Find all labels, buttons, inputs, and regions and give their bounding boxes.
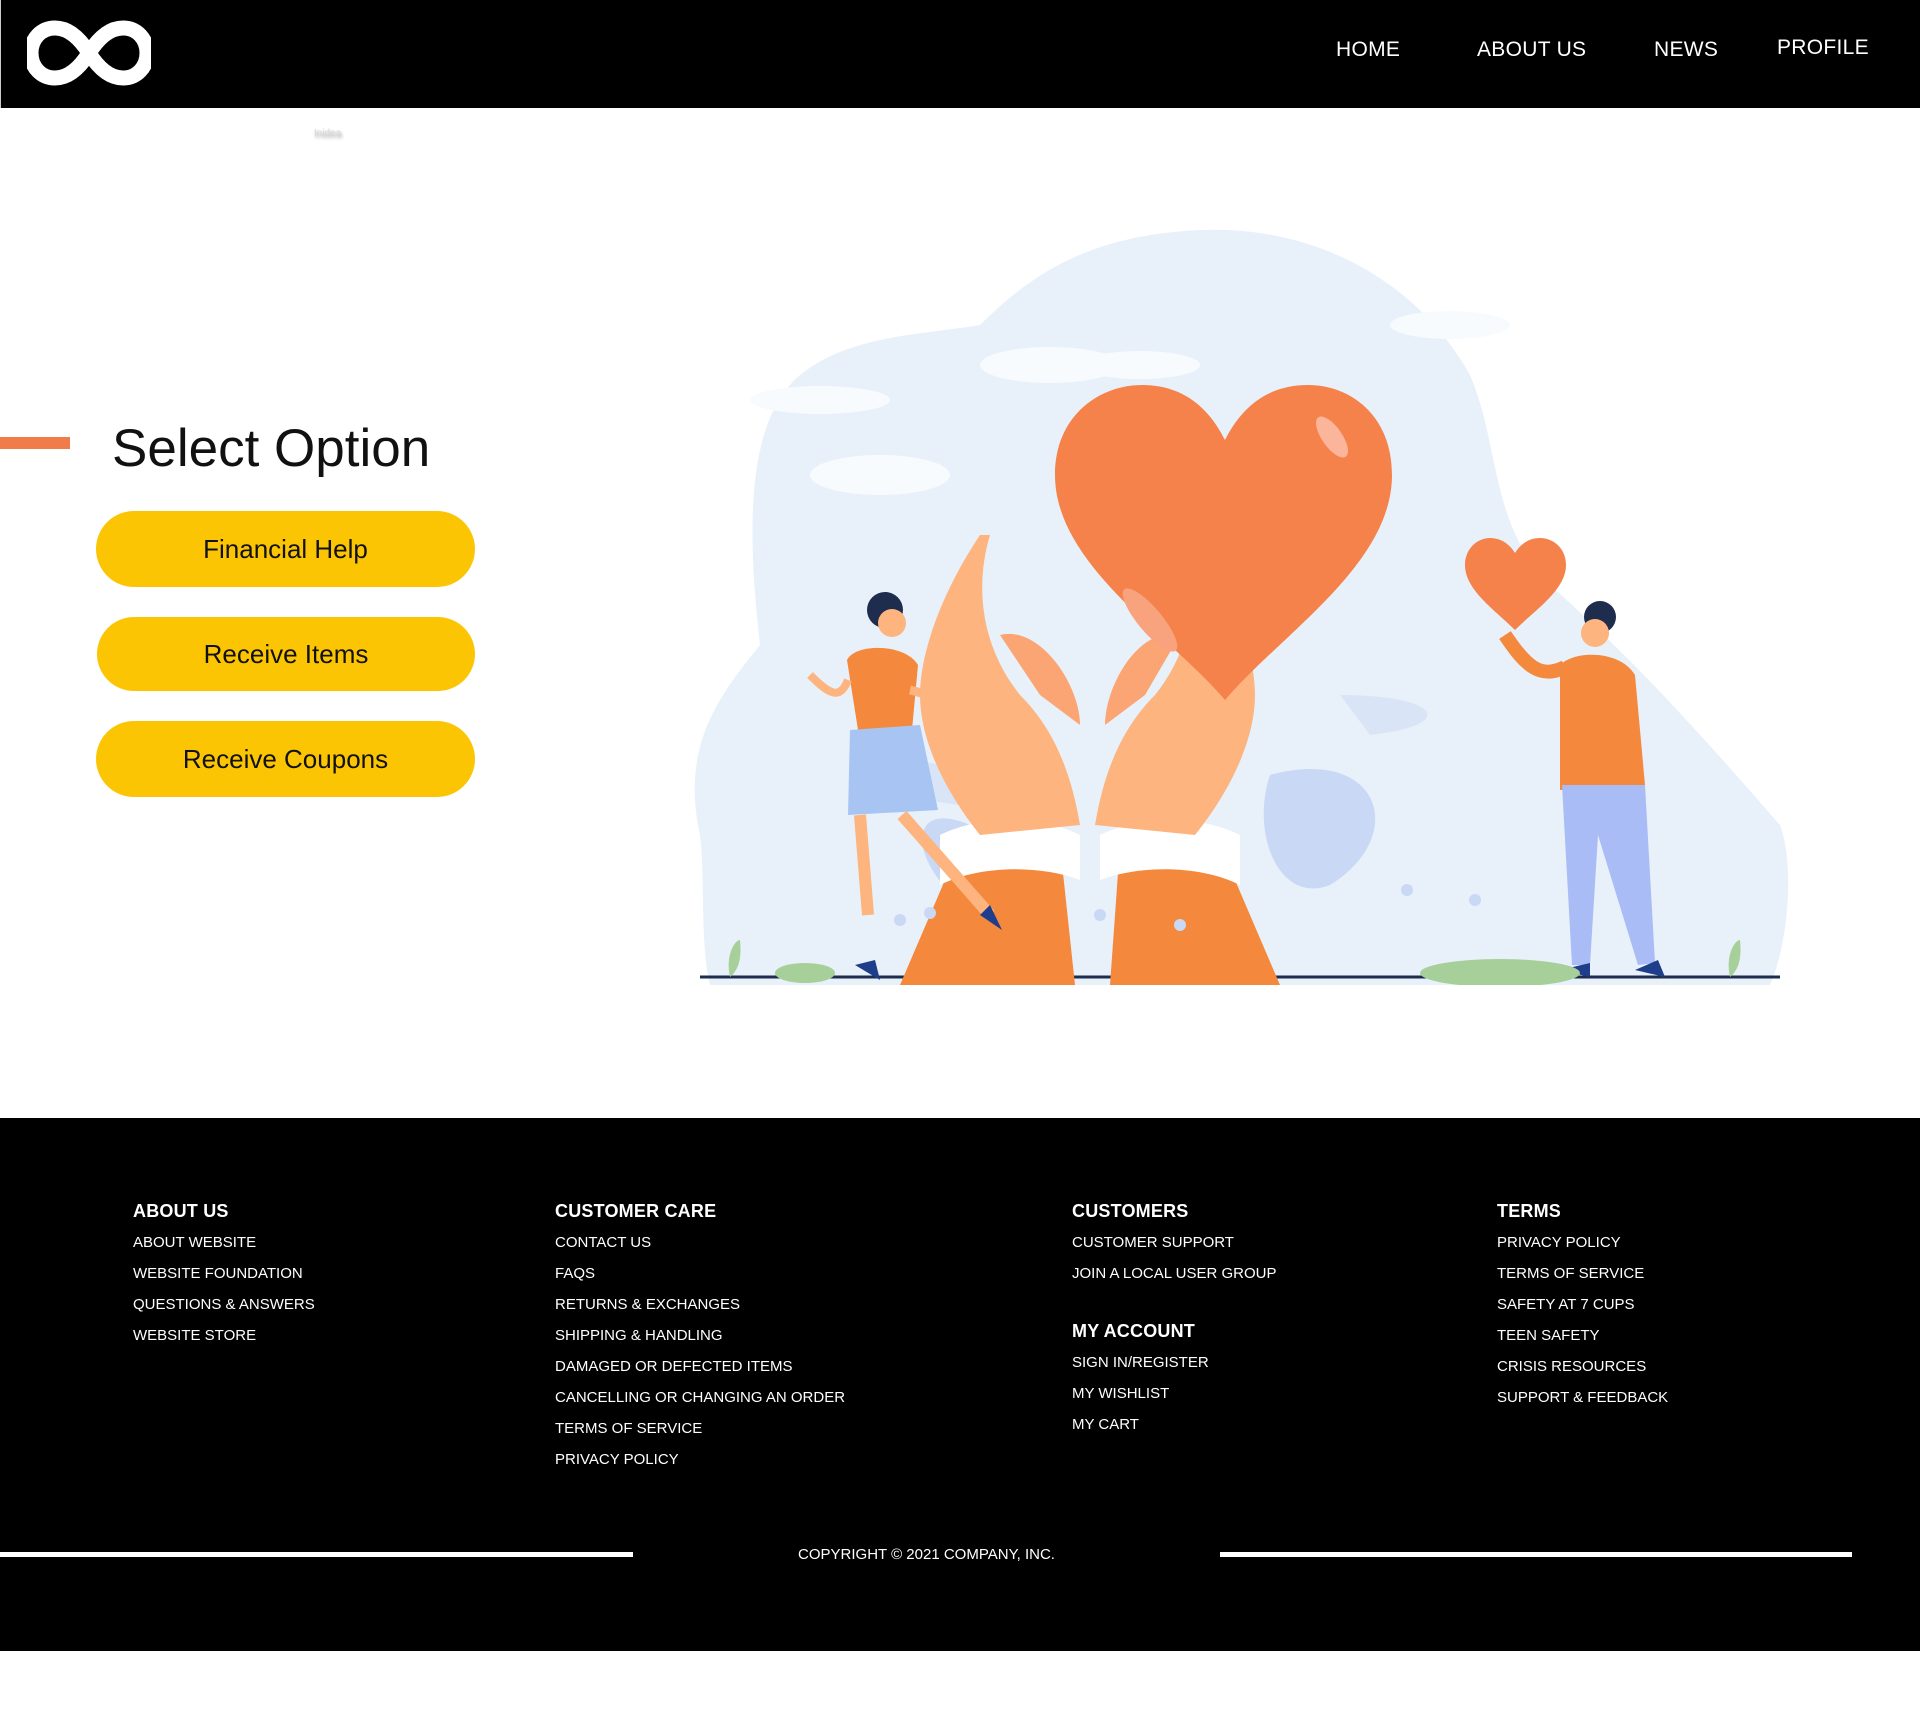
footer-link-damaged-items[interactable]: DAMAGED OR DEFECTED ITEMS — [555, 1358, 793, 1375]
footer-link-cart[interactable]: MY CART — [1072, 1416, 1139, 1433]
copyright-text: COPYRIGHT © 2021 COMPANY, INC. — [798, 1546, 1055, 1563]
main-nav: HOME ABOUT US NEWS PROFILE — [1, 36, 1920, 68]
footer-link-sign-in[interactable]: SIGN IN/REGISTER — [1072, 1354, 1209, 1371]
footer-link-terms-privacy[interactable]: PRIVACY POLICY — [1497, 1234, 1621, 1251]
footer-link-contact-us[interactable]: CONTACT US — [555, 1234, 651, 1251]
receive-coupons-button[interactable]: Receive Coupons — [96, 721, 475, 797]
footer-terms-heading: TERMS — [1497, 1201, 1561, 1221]
charity-illustration — [694, 229, 1789, 985]
financial-help-button[interactable]: Financial Help — [96, 511, 475, 587]
footer-link-terms-service[interactable]: TERMS OF SERVICE — [1497, 1265, 1644, 1282]
footer-link-questions-answers[interactable]: QUESTIONS & ANSWERS — [133, 1296, 315, 1313]
footer-link-safety[interactable]: SAFETY AT 7 CUPS — [1497, 1296, 1635, 1313]
nav-home[interactable]: HOME — [1336, 38, 1400, 62]
nav-about-us[interactable]: ABOUT US — [1477, 38, 1586, 62]
top-navigation-bar: HOME ABOUT US NEWS PROFILE — [0, 0, 1920, 108]
nav-profile[interactable]: PROFILE — [1777, 36, 1869, 60]
footer-link-teen-safety[interactable]: TEEN SAFETY — [1497, 1327, 1600, 1344]
nav-news[interactable]: NEWS — [1654, 38, 1718, 62]
footer-about-heading: ABOUT US — [133, 1201, 229, 1221]
footer-link-website-foundation[interactable]: WEBSITE FOUNDATION — [133, 1265, 303, 1282]
faint-label: Inidea — [314, 128, 342, 139]
footer-divider-left — [0, 1552, 633, 1557]
footer-care-heading: CUSTOMER CARE — [555, 1201, 717, 1221]
title-accent-bar — [0, 437, 70, 449]
footer-customers-heading: CUSTOMERS — [1072, 1201, 1189, 1221]
footer-link-about-website[interactable]: ABOUT WEBSITE — [133, 1234, 256, 1251]
site-footer: ABOUT US ABOUT WEBSITE WEBSITE FOUNDATIO… — [0, 1118, 1920, 1651]
footer-link-support-feedback[interactable]: SUPPORT & FEEDBACK — [1497, 1389, 1668, 1406]
footer-link-user-group[interactable]: JOIN A LOCAL USER GROUP — [1072, 1265, 1277, 1282]
footer-link-customer-support[interactable]: CUSTOMER SUPPORT — [1072, 1234, 1234, 1251]
footer-divider-right — [1220, 1552, 1852, 1557]
footer-link-shipping[interactable]: SHIPPING & HANDLING — [555, 1327, 723, 1344]
footer-customers-column: CUSTOMERS CUSTOMER SUPPORT JOIN A LOCAL … — [1072, 1201, 1277, 1448]
footer-terms-column: TERMS PRIVACY POLICY TERMS OF SERVICE SA… — [1497, 1201, 1668, 1421]
footer-link-terms-of-service[interactable]: TERMS OF SERVICE — [555, 1420, 702, 1437]
footer-care-column: CUSTOMER CARE CONTACT US FAQS RETURNS & … — [555, 1201, 845, 1483]
footer-link-wishlist[interactable]: MY WISHLIST — [1072, 1385, 1169, 1402]
footer-about-column: ABOUT US ABOUT WEBSITE WEBSITE FOUNDATIO… — [133, 1201, 315, 1359]
footer-link-faqs[interactable]: FAQS — [555, 1265, 595, 1282]
page-title: Select Option — [112, 419, 431, 478]
footer-link-website-store[interactable]: WEBSITE STORE — [133, 1327, 256, 1344]
receive-items-button[interactable]: Receive Items — [97, 617, 475, 691]
footer-link-crisis[interactable]: CRISIS RESOURCES — [1497, 1358, 1646, 1375]
footer-link-returns[interactable]: RETURNS & EXCHANGES — [555, 1296, 740, 1313]
footer-link-privacy-policy[interactable]: PRIVACY POLICY — [555, 1451, 679, 1468]
footer-link-cancel-order[interactable]: CANCELLING OR CHANGING AN ORDER — [555, 1389, 845, 1406]
footer-account-heading: MY ACCOUNT — [1072, 1321, 1195, 1341]
